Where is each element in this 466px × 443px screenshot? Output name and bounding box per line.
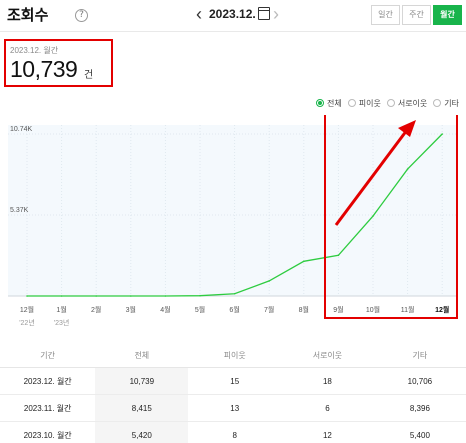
- period-daily-button[interactable]: 일간: [371, 5, 400, 25]
- x-tick-label: 5월: [195, 305, 205, 314]
- data-point: [60, 295, 63, 297]
- help-icon[interactable]: ?: [75, 9, 88, 22]
- table-row: 2023.10. 월간 5,420 8 12 5,400: [0, 421, 466, 443]
- data-point: [199, 294, 201, 297]
- legend-item-other[interactable]: 기타: [433, 98, 459, 109]
- y-tick-label: 10.74K: [10, 126, 33, 133]
- table-cell-other: 10,706: [373, 367, 466, 395]
- x-tick-label: 3월: [126, 305, 136, 314]
- legend-label: 기타: [444, 98, 460, 108]
- x-tick-label: 6월: [229, 305, 239, 314]
- table-row: 2023.11. 월간 8,415 13 6 8,396: [0, 394, 466, 422]
- table-cell-other: 5,400: [373, 421, 466, 443]
- summary-total-value: 10,739: [10, 56, 78, 82]
- x-tick-label: 2월: [91, 305, 101, 314]
- header-divider: [0, 31, 466, 32]
- x-tick-label: 11월: [401, 305, 415, 314]
- table-cell-other: 8,396: [373, 394, 466, 422]
- table-header-mutual: 서로이웃: [281, 343, 374, 368]
- x-tick-label: 8월: [299, 305, 309, 314]
- legend-label: 서로이웃: [397, 98, 428, 108]
- radio-icon[interactable]: [386, 99, 395, 107]
- data-point: [268, 280, 271, 282]
- table-cell-total: 5,420: [95, 421, 189, 443]
- data-point: [130, 295, 132, 297]
- legend-item-all[interactable]: 전체: [316, 98, 342, 109]
- summary-unit: 건: [84, 70, 94, 81]
- legend-label: 전체: [327, 98, 342, 108]
- plot-background: [8, 125, 456, 296]
- data-point: [26, 295, 28, 297]
- current-month-label: 2023.12.: [209, 7, 256, 21]
- x-tick-label: 10월: [366, 305, 380, 314]
- chevron-left-icon[interactable]: ‹: [196, 5, 202, 23]
- radio-icon-selected[interactable]: [316, 99, 324, 107]
- x-year-label: '22년: [19, 318, 35, 327]
- radio-icon[interactable]: [347, 99, 356, 107]
- radio-icon[interactable]: [433, 99, 442, 107]
- legend-item-mutual-neighbor[interactable]: 서로이웃: [386, 98, 428, 109]
- x-tick-label: 1월: [56, 305, 66, 314]
- chevron-right-icon[interactable]: ›: [273, 5, 279, 23]
- legend-item-neighbor[interactable]: 피이웃: [347, 98, 381, 109]
- table-cell-mutual: 6: [281, 394, 374, 422]
- data-point: [303, 260, 305, 263]
- table-cell-period: 2023.11. 월간: [0, 394, 96, 422]
- table-header-total: 전체: [95, 343, 189, 368]
- data-point: [233, 292, 236, 295]
- data-point: [441, 133, 444, 135]
- table-row: 2023.12. 월간 10,739 15 18 10,706: [0, 367, 466, 395]
- x-year-label: '23년: [54, 318, 70, 327]
- x-tick-label: 12월: [435, 305, 449, 314]
- table-cell-mutual: 12: [281, 421, 374, 443]
- data-point: [372, 215, 374, 217]
- period-weekly-button[interactable]: 주간: [402, 5, 431, 25]
- table-cell-neighbor: 8: [188, 421, 282, 443]
- table-cell-mutual: 18: [281, 367, 374, 395]
- table-header-neighbor: 피이웃: [188, 343, 282, 368]
- table-header-period: 기간: [0, 343, 96, 368]
- table-cell-period: 2023.12. 월간: [0, 367, 96, 395]
- table-cell-period: 2023.10. 월간: [0, 421, 96, 443]
- views-line-chart: 5.37K 10.74K 12월 1월 2월 3월 4월 5월 6월 7월 8월 9월 10월 11월 12…: [8, 115, 458, 327]
- legend-label: 피이웃: [358, 98, 381, 108]
- table-header-other: 기타: [373, 343, 466, 368]
- page-title: 조회수: [7, 7, 49, 24]
- x-tick-label: 12월: [20, 305, 34, 314]
- period-monthly-button[interactable]: 월간: [433, 5, 462, 25]
- x-tick-label: 4월: [160, 305, 170, 314]
- summary-highlight-box: 2023.12. 월간 10,739 건: [4, 39, 113, 87]
- y-tick-label: 5.37K: [10, 207, 29, 214]
- calendar-icon[interactable]: [258, 7, 270, 20]
- table-cell-total: 8,415: [95, 394, 189, 422]
- table-cell-total: 10,739: [95, 367, 189, 395]
- table-cell-neighbor: 13: [188, 394, 282, 422]
- table-header-row: 기간 전체 피이웃 서로이웃 기타: [0, 343, 466, 368]
- stats-table: 기간 전체 피이웃 서로이웃 기타 2023.12. 월간 10,739 15 …: [0, 343, 466, 443]
- period-toggle-group: 일간 주간 월간: [369, 5, 462, 25]
- data-point: [337, 254, 340, 257]
- table-cell-neighbor: 15: [188, 367, 282, 395]
- page-header: 조회수 ? ‹ 2023.12. › 일간 주간 월간: [0, 0, 466, 30]
- data-point: [406, 168, 409, 170]
- chart-legend: 전체 피이웃 서로이웃 기타: [316, 97, 465, 109]
- summary-period-label: 2023.12. 월간: [10, 46, 59, 55]
- x-tick-label: 9월: [333, 305, 343, 314]
- data-point: [164, 295, 167, 297]
- x-tick-label: 7월: [264, 305, 274, 314]
- stats-page: 조회수 ? ‹ 2023.12. › 일간 주간 월간 2023.12. 월간 …: [0, 0, 466, 443]
- data-point: [95, 295, 97, 297]
